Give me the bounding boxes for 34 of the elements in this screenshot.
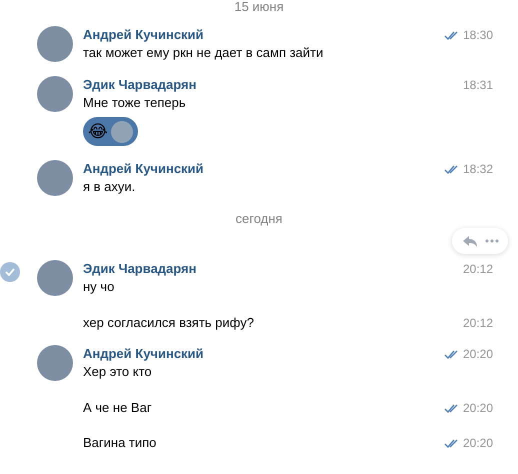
- message-time: 20:20: [462, 400, 493, 417]
- message-text: Мне тоже теперь: [83, 94, 187, 112]
- reply-icon[interactable]: [462, 235, 478, 247]
- message-text: хер согласился взять рифу?: [83, 314, 255, 332]
- sender-name[interactable]: Андрей Кучинский: [83, 345, 204, 363]
- avatar-photo-placeholder[interactable]: [37, 345, 73, 381]
- sender-name[interactable]: Эдик Чарвадарян: [83, 260, 196, 278]
- message-time: 18:30: [462, 27, 493, 44]
- sender-name[interactable]: Андрей Кучинский: [83, 160, 204, 178]
- avatar-photo-placeholder[interactable]: [37, 26, 73, 62]
- sender-name[interactable]: Эдик Чарвадарян: [83, 76, 196, 94]
- sender-name[interactable]: Андрей Кучинский: [83, 26, 204, 44]
- more-icon[interactable]: [484, 239, 498, 243]
- message-time: 20:20: [462, 346, 493, 363]
- select-check-icon[interactable]: [0, 262, 20, 282]
- message-text: ну чо: [83, 278, 116, 296]
- message-time: 18:32: [462, 161, 493, 178]
- date-separator: сегодня: [236, 212, 282, 226]
- message-time: 18:31: [462, 77, 493, 94]
- message-text: так может ему ркн не дает в самп зайти: [83, 44, 324, 62]
- avatar-photo-placeholder[interactable]: [37, 160, 73, 196]
- reaction-emoji: 😂: [88, 122, 108, 142]
- message-time: 20:20: [462, 435, 493, 452]
- message-time: 20:12: [462, 261, 493, 278]
- avatar-photo-placeholder[interactable]: [37, 76, 73, 112]
- reactor-photo-placeholder: [110, 120, 133, 142]
- avatar-photo-placeholder[interactable]: [37, 260, 73, 296]
- message-text: А че не Ваг: [83, 399, 153, 417]
- message-time: 20:12: [462, 315, 493, 332]
- message-text: я в ахуи.: [83, 178, 136, 196]
- reaction-chip[interactable]: 😂: [83, 117, 138, 146]
- message-text: Вагина типо: [83, 434, 158, 452]
- date-separator: 15 июня: [234, 0, 284, 14]
- message-text: Хер это кто: [83, 363, 153, 381]
